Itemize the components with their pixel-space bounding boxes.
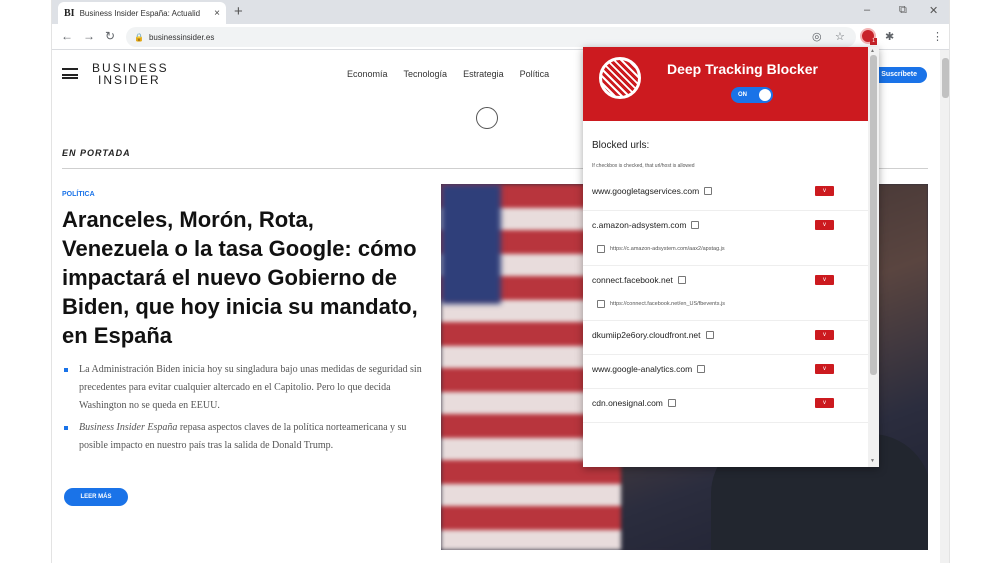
scroll-up-icon[interactable]: ▲ bbox=[870, 48, 875, 54]
article-category[interactable]: POLÍTICA bbox=[62, 191, 95, 198]
expand-url-button[interactable]: v bbox=[815, 220, 834, 230]
extension-badge: 1 bbox=[870, 38, 877, 45]
allow-url-checkbox[interactable] bbox=[597, 245, 605, 253]
minimize-button[interactable]: – bbox=[864, 4, 870, 16]
page-scrollbar-thumb[interactable] bbox=[942, 58, 949, 98]
expand-url-button[interactable]: v bbox=[815, 364, 834, 374]
blocked-url-detail: https://connect.facebook.net/en_US/fbeve… bbox=[592, 300, 859, 308]
blocked-url-list: www.googletagservices.com v c.amazon-adsys… bbox=[583, 177, 868, 423]
allow-host-checkbox[interactable] bbox=[667, 399, 676, 407]
blocked-url-host: www.googletagservices.com bbox=[592, 186, 700, 196]
popup-scrollbar-thumb[interactable] bbox=[870, 55, 877, 375]
allow-host-checkbox[interactable] bbox=[705, 331, 714, 339]
logo-line-2: INSIDER bbox=[98, 73, 161, 87]
blocked-url-row: dkumiip2e6ory.cloudfront.net v bbox=[583, 321, 868, 355]
expand-url-button[interactable]: v bbox=[815, 330, 834, 340]
forward-arrow-icon[interactable]: → bbox=[83, 29, 95, 43]
article-headline[interactable]: Aranceles, Morón, Rota, Venezuela o la t… bbox=[62, 205, 422, 350]
tab-title: Business Insider España: Actualid bbox=[79, 8, 201, 18]
tab-strip: BI Business Insider España: Actualid × +… bbox=[52, 0, 949, 24]
allow-host-checkbox[interactable] bbox=[704, 187, 713, 195]
tab-favicon: BI bbox=[64, 7, 75, 19]
star-icon[interactable]: ☆ bbox=[835, 30, 845, 43]
blocked-url-host: c.amazon-adsystem.com bbox=[592, 220, 687, 230]
loading-spinner-icon bbox=[476, 107, 498, 129]
article-summary: La Administración Biden inicia hoy su si… bbox=[62, 361, 422, 459]
browser-window: BI Business Insider España: Actualid × +… bbox=[51, 0, 950, 563]
blocker-toggle[interactable]: ON bbox=[731, 87, 773, 103]
allow-host-checkbox[interactable] bbox=[691, 221, 700, 229]
nav-link-politica[interactable]: Política bbox=[520, 69, 550, 79]
popup-title: Deep Tracking Blocker bbox=[667, 61, 818, 77]
blocked-url-row: connect.facebook.net v https://connect.fac… bbox=[583, 266, 868, 321]
eye-off-icon[interactable]: ◎ bbox=[812, 30, 822, 43]
lock-icon[interactable]: 🔒 bbox=[134, 33, 144, 42]
extension-popup: Deep Tracking Blocker ON Blocked urls: I… bbox=[583, 47, 879, 467]
close-window-button[interactable]: ✕ bbox=[929, 4, 938, 17]
blocked-url-host: www.google-analytics.com bbox=[592, 364, 693, 374]
summary-bullet: La Administración Biden inicia hoy su si… bbox=[62, 361, 422, 415]
expand-url-button[interactable]: v bbox=[815, 186, 834, 196]
summary-bullet: Business Insider España repasa aspectos … bbox=[62, 419, 422, 455]
blocked-url-row: www.googletagservices.com v bbox=[583, 177, 868, 211]
blocked-url-host: cdn.onesignal.com bbox=[592, 398, 663, 408]
browser-tab[interactable]: BI Business Insider España: Actualid × bbox=[58, 2, 226, 24]
toggle-knob bbox=[759, 89, 771, 101]
scroll-down-icon[interactable]: ▼ bbox=[870, 458, 875, 464]
blocked-urls-hint: If checkbox is checked, that url/host is… bbox=[592, 163, 695, 169]
restore-button[interactable]: ⧉ bbox=[899, 4, 907, 17]
blocked-url-host: dkumiip2e6ory.cloudfront.net bbox=[592, 330, 701, 340]
toggle-label: ON bbox=[738, 92, 747, 98]
blocked-url-row: cdn.onesignal.com v bbox=[583, 389, 868, 423]
page-scrollbar[interactable] bbox=[940, 50, 949, 563]
back-arrow-icon[interactable]: ← bbox=[61, 29, 73, 43]
blocked-url-full: https://c.amazon-adsystem.com/aax2/apsta… bbox=[610, 246, 725, 252]
blocked-url-detail: https://c.amazon-adsystem.com/aax2/apsta… bbox=[592, 245, 859, 253]
site-logo[interactable]: BUSINESS INSIDER bbox=[92, 62, 169, 86]
kebab-menu-icon[interactable]: ⋮ bbox=[932, 30, 943, 43]
blocked-urls-title: Blocked urls: bbox=[592, 140, 650, 151]
url-text: businessinsider.es bbox=[148, 32, 215, 42]
allow-host-checkbox[interactable] bbox=[697, 365, 706, 373]
blocker-logo-icon bbox=[599, 57, 641, 99]
site-nav: Economía Tecnología Estrategia Política bbox=[347, 69, 549, 79]
nav-link-economia[interactable]: Economía bbox=[347, 69, 388, 79]
blocked-url-row: www.google-analytics.com v bbox=[583, 355, 868, 389]
expand-url-button[interactable]: v bbox=[815, 275, 834, 285]
read-more-button[interactable]: LEER MÁS bbox=[64, 488, 128, 506]
section-label: EN PORTADA bbox=[62, 148, 131, 158]
summary-publication: Business Insider España bbox=[79, 422, 178, 433]
puzzle-icon[interactable]: ✱ bbox=[885, 30, 894, 43]
blocked-url-host: connect.facebook.net bbox=[592, 275, 673, 285]
blocked-url-row: c.amazon-adsystem.com v https://c.amazon-a… bbox=[583, 211, 868, 266]
new-tab-button[interactable]: + bbox=[234, 3, 243, 20]
allow-url-checkbox[interactable] bbox=[597, 300, 605, 308]
hero-flag-canton bbox=[441, 184, 501, 304]
reload-icon[interactable]: ↻ bbox=[105, 29, 115, 43]
nav-link-tecnologia[interactable]: Tecnología bbox=[404, 69, 448, 79]
hamburger-menu-icon[interactable] bbox=[62, 68, 78, 79]
popup-header: Deep Tracking Blocker ON bbox=[583, 47, 868, 121]
blocked-url-full: https://connect.facebook.net/en_US/fbeve… bbox=[610, 301, 725, 307]
expand-url-button[interactable]: v bbox=[815, 398, 834, 408]
address-bar[interactable]: 🔒 businessinsider.es bbox=[126, 27, 856, 47]
tab-close-icon[interactable]: × bbox=[214, 8, 220, 19]
allow-host-checkbox[interactable] bbox=[677, 276, 686, 284]
nav-link-estrategia[interactable]: Estrategia bbox=[463, 69, 504, 79]
